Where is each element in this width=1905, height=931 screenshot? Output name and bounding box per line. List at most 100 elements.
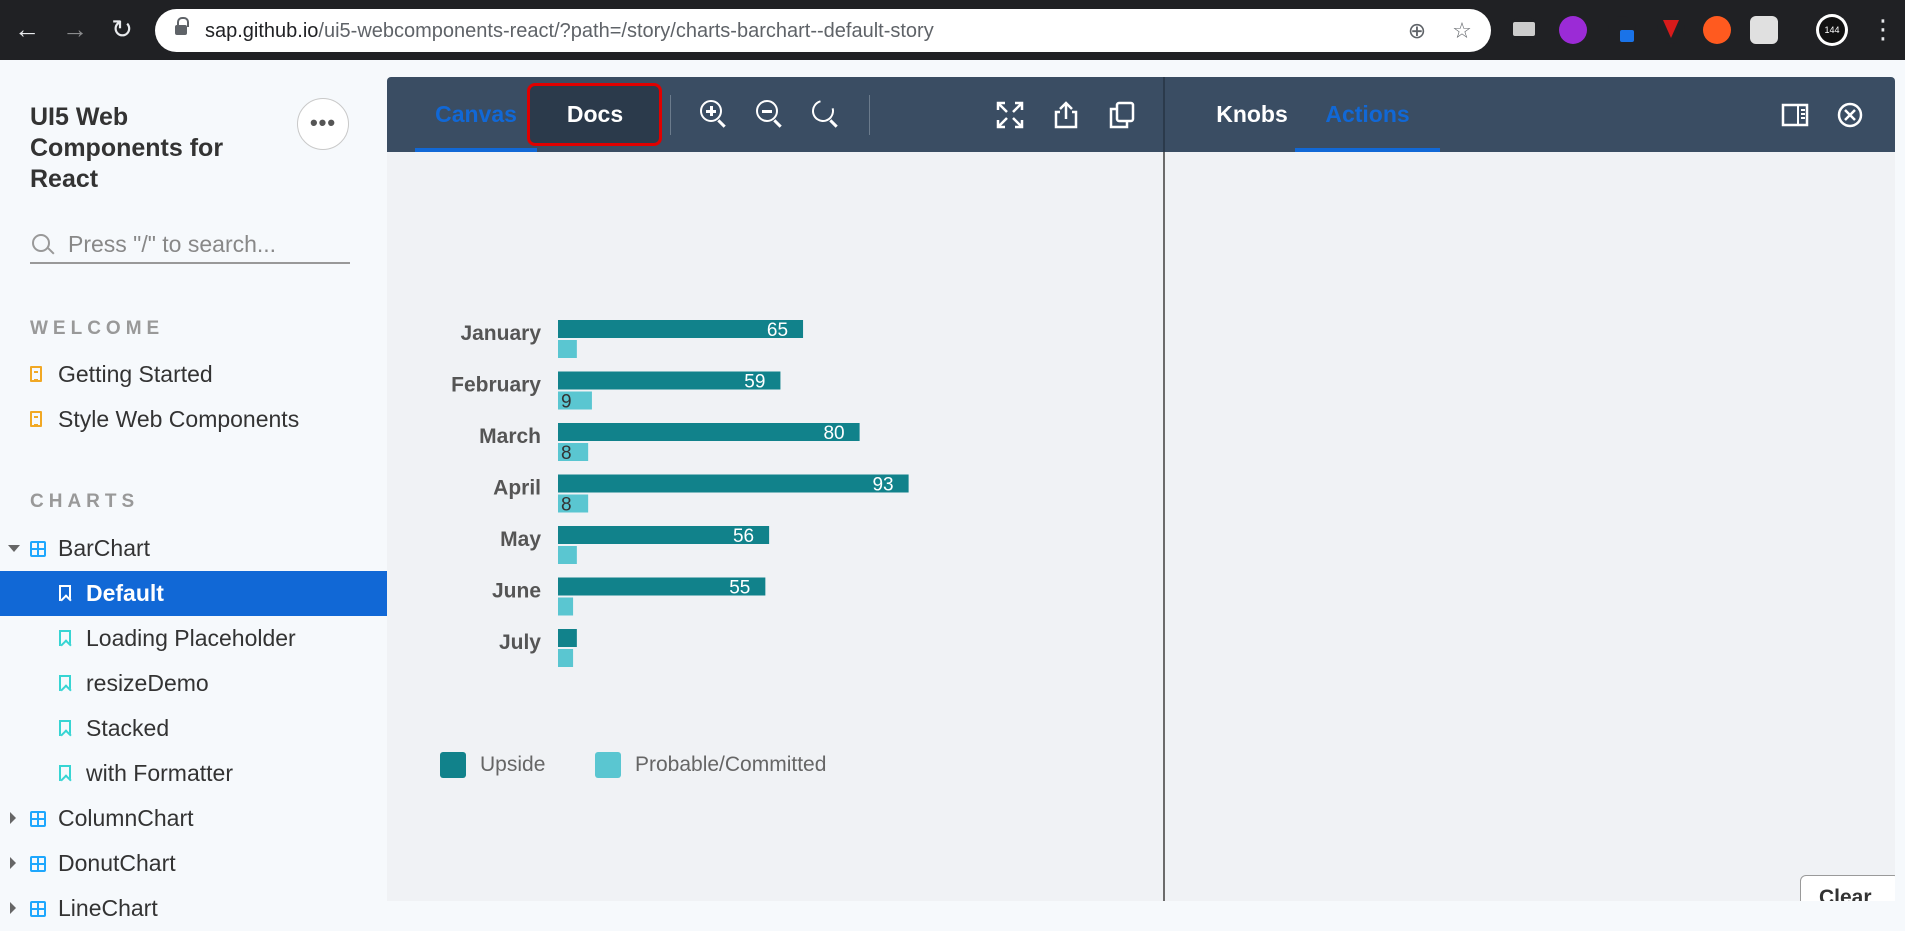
chevron-right-icon xyxy=(10,812,16,824)
bar-upside-april[interactable] xyxy=(558,474,909,493)
section-title-charts: CHARTS xyxy=(30,491,140,512)
value-label-upside-january: 65 xyxy=(767,320,788,341)
story-item-loading-placeholder[interactable]: Loading Placeholder xyxy=(0,616,387,661)
legend-swatch-probable-committed xyxy=(595,752,621,778)
panel-layout-icon[interactable] xyxy=(1780,100,1810,130)
component-icon xyxy=(30,811,46,827)
tab-actions[interactable]: Actions xyxy=(1295,77,1440,152)
profile-avatar[interactable]: 144 xyxy=(1816,14,1848,46)
extension-owl-icon[interactable] xyxy=(1750,16,1778,44)
bookmark-icon xyxy=(59,675,71,691)
story-item-label: resizeDemo xyxy=(86,670,209,696)
reset-zoom-icon[interactable] xyxy=(807,95,842,130)
reload-icon[interactable]: ↻ xyxy=(107,14,137,44)
category-label-june: June xyxy=(492,580,541,603)
nav-item-label: BarChart xyxy=(58,535,151,561)
value-label-upside-june: 55 xyxy=(729,578,750,599)
url-host: sap.github.io xyxy=(205,20,319,42)
zoom-out-icon[interactable] xyxy=(756,100,786,130)
chevron-down-icon xyxy=(8,545,20,552)
nav-item-linechart[interactable]: LineChart xyxy=(0,886,387,931)
story-item-label: Loading Placeholder xyxy=(86,625,296,651)
sidebar: UI5 Web Components for React ••• WELCOME… xyxy=(0,60,387,921)
nav-item-donutchart[interactable]: DonutChart xyxy=(0,841,387,886)
category-label-march: March xyxy=(479,425,541,448)
section-title-welcome: WELCOME xyxy=(30,318,165,339)
story-item-default[interactable]: Default xyxy=(0,571,387,616)
tab-canvas[interactable]: Canvas xyxy=(415,77,537,152)
bookmark-icon xyxy=(59,720,71,736)
toolbar-divider xyxy=(869,95,870,135)
star-icon[interactable]: ☆ xyxy=(1449,18,1475,44)
category-label-january: January xyxy=(460,322,541,345)
canvas-area: January 65 February 59 9 March 80 8 April 93 8 May 5… xyxy=(387,152,1163,901)
search-icon xyxy=(32,234,50,252)
extension-purple-icon[interactable] xyxy=(1559,16,1587,44)
nav-item-getting-started[interactable]: Getting Started xyxy=(0,352,387,397)
close-icon[interactable] xyxy=(1835,100,1865,130)
nav-item-label: ColumnChart xyxy=(58,805,194,831)
component-icon xyxy=(30,901,46,917)
bar-upside-july[interactable] xyxy=(558,629,577,647)
profile-badge: 144 xyxy=(1819,17,1845,43)
story-item-resizedemo[interactable]: resizeDemo xyxy=(0,661,387,706)
clear-button[interactable]: Clear xyxy=(1800,875,1895,901)
bookmark-icon xyxy=(59,585,71,601)
fullscreen-icon[interactable] xyxy=(995,100,1025,130)
story-item-with-formatter[interactable]: with Formatter xyxy=(0,751,387,796)
document-icon xyxy=(30,366,42,382)
story-item-stacked[interactable]: Stacked xyxy=(0,706,387,751)
category-label-april: April xyxy=(493,477,541,500)
storybook-panel: Canvas Docs Knobs Actions January 65 Feb… xyxy=(387,77,1895,901)
more-options-button[interactable]: ••• xyxy=(297,98,349,150)
nav-item-barchart[interactable]: BarChart xyxy=(0,526,387,571)
brand-title[interactable]: UI5 Web Components for React xyxy=(30,102,270,195)
extension-infinity-icon[interactable] xyxy=(1703,16,1731,44)
toolbar: Canvas Docs Knobs Actions xyxy=(387,77,1895,152)
forward-icon[interactable]: → xyxy=(60,14,90,44)
chevron-right-icon xyxy=(10,857,16,869)
addon-panel xyxy=(1165,152,1895,901)
back-icon[interactable]: ← xyxy=(12,14,42,44)
component-icon xyxy=(30,856,46,872)
value-label-probable-committed-february: 9 xyxy=(561,392,572,413)
nav-item-columnchart[interactable]: ColumnChart xyxy=(0,796,387,841)
nav-item-label: DonutChart xyxy=(58,850,176,876)
bar-probable-committed-june[interactable] xyxy=(558,597,574,616)
address-bar[interactable]: sap.github.io/ui5-webcomponents-react/?p… xyxy=(155,9,1491,52)
url-text[interactable]: sap.github.io/ui5-webcomponents-react/?p… xyxy=(205,20,934,43)
value-label-upside-march: 80 xyxy=(823,423,844,444)
nav-item-label: Style Web Components xyxy=(58,406,300,432)
search-box xyxy=(30,226,350,264)
bar-probable-committed-may[interactable] xyxy=(558,546,577,564)
zoom-icon[interactable]: ⊕ xyxy=(1404,18,1430,44)
nav-item-style-web-components[interactable]: Style Web Components xyxy=(0,397,387,442)
value-label-upside-april: 93 xyxy=(872,475,893,496)
category-label-july: July xyxy=(499,631,541,654)
extension-download-icon[interactable] xyxy=(1657,16,1685,44)
legend-item-upside[interactable]: Upside xyxy=(440,752,545,778)
bar-probable-committed-january[interactable] xyxy=(558,340,577,358)
copy-icon[interactable] xyxy=(1107,100,1137,130)
story-item-label: Default xyxy=(86,580,164,606)
value-label-upside-february: 59 xyxy=(744,372,765,393)
legend-swatch-upside xyxy=(440,752,466,778)
tab-docs[interactable]: Docs xyxy=(530,77,660,152)
nav-item-label: Getting Started xyxy=(58,361,213,387)
story-item-label: Stacked xyxy=(86,715,170,741)
legend-item-probable-committed[interactable]: Probable/Committed xyxy=(595,752,826,778)
component-icon xyxy=(30,541,46,557)
zoom-in-icon[interactable] xyxy=(700,100,730,130)
search-input[interactable] xyxy=(68,228,348,260)
browser-menu-icon[interactable]: ⋮ xyxy=(1870,14,1896,44)
bar-upside-march[interactable] xyxy=(558,423,860,441)
value-label-upside-may: 56 xyxy=(733,526,754,547)
share-icon[interactable] xyxy=(1051,100,1081,130)
toolbar-divider xyxy=(670,95,671,135)
document-icon xyxy=(30,411,42,427)
legend-label: Upside xyxy=(480,753,546,776)
extension-glasses-icon[interactable] xyxy=(1608,16,1636,44)
bookmark-icon xyxy=(59,630,71,646)
bar-probable-committed-july[interactable] xyxy=(558,649,574,667)
extension-monitor-icon[interactable] xyxy=(1510,16,1538,44)
